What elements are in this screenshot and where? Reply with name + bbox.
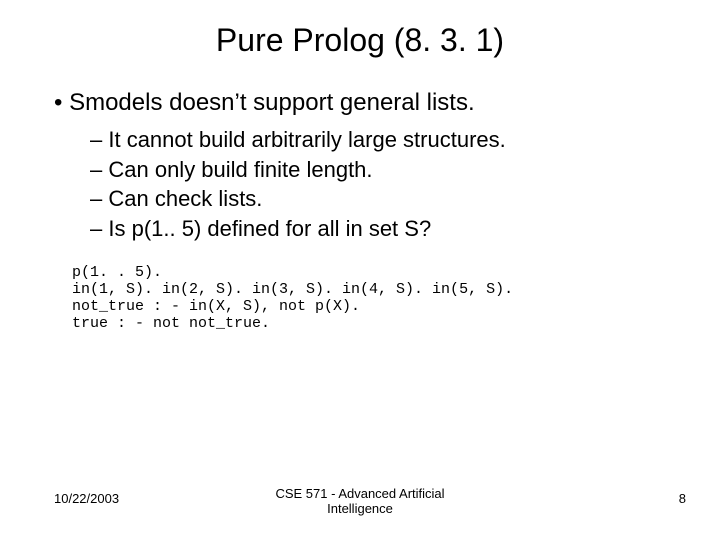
bullet-level2: – Can check lists. (90, 184, 666, 214)
sub-text: It cannot build arbitrarily large struct… (108, 127, 505, 152)
sub-text: Can check lists. (108, 186, 262, 211)
code-block: p(1. . 5). in(1, S). in(2, S). in(3, S).… (54, 244, 666, 332)
slide-title: Pure Prolog (8. 3. 1) (0, 0, 720, 69)
dash-marker: – (90, 186, 108, 211)
sub-bullets: – It cannot build arbitrarily large stru… (54, 125, 666, 244)
footer-course: CSE 571 - Advanced Artificial Intelligen… (0, 486, 720, 516)
bullet-level1: • Smodels doesn’t support general lists. (54, 89, 666, 117)
sub-text: Is p(1.. 5) defined for all in set S? (108, 216, 431, 241)
bullet-text: Smodels doesn’t support general lists. (69, 89, 475, 116)
bullet-level2: – Can only build finite length. (90, 155, 666, 185)
slide: Pure Prolog (8. 3. 1) • Smodels doesn’t … (0, 0, 720, 540)
bullet-marker: • (54, 89, 69, 116)
sub-text: Can only build finite length. (108, 157, 372, 182)
dash-marker: – (90, 216, 108, 241)
dash-marker: – (90, 157, 108, 182)
bullet-level2: – Is p(1.. 5) defined for all in set S? (90, 214, 666, 244)
bullet-level2: – It cannot build arbitrarily large stru… (90, 125, 666, 155)
dash-marker: – (90, 127, 108, 152)
slide-body: • Smodels doesn’t support general lists.… (0, 69, 720, 332)
footer-page: 8 (679, 491, 686, 506)
